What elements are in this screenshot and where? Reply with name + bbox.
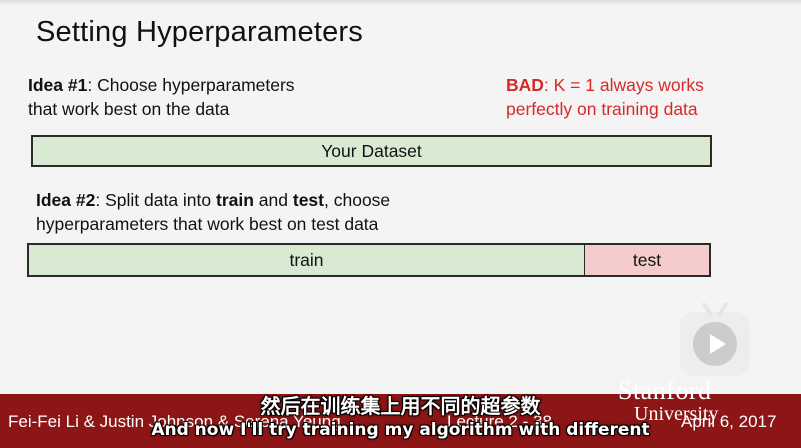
slide: Setting Hyperparameters Idea #1: Choose … (0, 0, 801, 448)
bad-label: BAD (506, 75, 544, 95)
dataset-bar: Your Dataset (31, 135, 712, 167)
subtitle-english: And now I'll try training my algorithm w… (151, 420, 650, 440)
idea1-line2: that work best on the data (28, 99, 230, 119)
bad-line2: perfectly on training data (506, 99, 698, 119)
subtitle-chinese: 然后在训练集上用不同的超参数 (260, 394, 541, 418)
play-circle[interactable] (693, 322, 737, 366)
idea2-train-word: train (216, 190, 254, 210)
idea1-text: Idea #1: Choose hyperparameters that wor… (28, 73, 295, 121)
idea1-label: Idea #1 (28, 75, 88, 95)
video-player-button[interactable] (680, 303, 750, 376)
slide-top-edge (0, 0, 801, 6)
bad-line1: : K = 1 always works (543, 75, 704, 95)
play-icon (710, 334, 726, 354)
tv-antenna-icon (702, 303, 728, 317)
slide-title: Setting Hyperparameters (36, 16, 363, 48)
idea2-part3: , choose (324, 190, 391, 210)
idea2-label: Idea #2 (36, 190, 96, 210)
idea1-line1: : Choose hyperparameters (87, 75, 295, 95)
idea2-text: Idea #2: Split data into train and test,… (36, 188, 390, 236)
idea2-line2: hyperparameters that work best on test d… (36, 214, 379, 234)
idea2-part1: : Split data into (95, 190, 216, 210)
bad-note: BAD: K = 1 always works perfectly on tra… (506, 73, 704, 121)
idea2-test-word: test (292, 190, 324, 210)
train-bar: train (27, 243, 585, 277)
test-bar: test (584, 243, 711, 277)
idea2-part2: and (253, 190, 293, 210)
